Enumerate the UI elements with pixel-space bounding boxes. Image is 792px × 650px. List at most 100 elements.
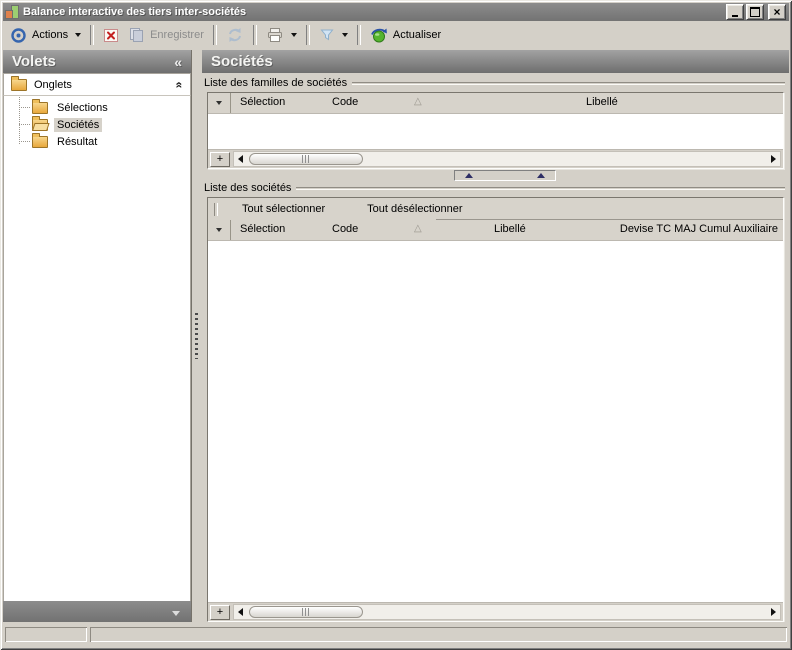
folder-icon: [11, 79, 27, 91]
column-header-selection[interactable]: Sélection: [240, 96, 285, 108]
scroll-left-icon[interactable]: [238, 608, 243, 616]
societes-grid-scrollrow: +: [208, 602, 783, 621]
collapse-group-icon[interactable]: «: [173, 81, 187, 88]
toolbar-separator: [253, 25, 257, 45]
scroll-right-icon[interactable]: [771, 608, 776, 616]
column-header-code[interactable]: Code: [332, 96, 358, 108]
filter-funnel-icon: [319, 27, 335, 43]
sidebar-item-societes[interactable]: Sociétés: [4, 116, 190, 133]
column-header-libelle[interactable]: Libellé: [586, 96, 618, 108]
sidebar-panel: Volets « Onglets « Sélections Sociétés R…: [3, 50, 191, 625]
maximize-button[interactable]: [746, 4, 764, 20]
status-panel-left: [5, 627, 87, 642]
toolbar-separator: [90, 25, 94, 45]
refresh-button[interactable]: [221, 25, 249, 45]
families-grid: Sélection Code △ Libellé +: [207, 92, 784, 169]
column-header-code[interactable]: Code: [332, 223, 358, 235]
sort-ascending-icon[interactable]: △: [414, 96, 422, 107]
sidebar-title: Volets: [12, 53, 56, 70]
onglets-group-header[interactable]: Onglets «: [3, 73, 191, 96]
families-group-label: Liste des familles de sociétés: [204, 76, 787, 90]
thumb-grip-icon: [302, 608, 310, 616]
actualiser-button[interactable]: Actualiser: [365, 25, 446, 46]
horizontal-scrollbar[interactable]: [233, 604, 781, 620]
save-label: Enregistrer: [150, 29, 204, 41]
families-grid-body[interactable]: [208, 114, 783, 149]
app-icon-green-bar: [12, 6, 18, 18]
close-button[interactable]: ×: [768, 4, 786, 20]
main-header: Sociétés: [202, 50, 789, 73]
select-all-button[interactable]: Tout sélectionner: [242, 203, 325, 215]
splitter-grip-icon: [195, 313, 198, 359]
toolbar-grip-icon: [214, 203, 218, 216]
actualiser-globe-icon: [370, 27, 388, 44]
column-chooser-button[interactable]: [208, 220, 231, 240]
filter-button[interactable]: [314, 25, 353, 45]
scrollbar-thumb[interactable]: [249, 153, 363, 165]
refresh-icon: [226, 27, 244, 43]
actions-button[interactable]: Actions: [27, 27, 86, 43]
close-icon: ×: [773, 7, 780, 17]
tree-item-label: Sélections: [54, 101, 111, 115]
add-row-button[interactable]: +: [210, 605, 230, 620]
chevron-down-icon: [291, 33, 297, 37]
column-header-devise[interactable]: Devise TC MAJ Cumul Auxiliaire: [620, 223, 778, 235]
sort-ascending-icon[interactable]: △: [414, 223, 422, 234]
app-icon-orange-bar: [6, 11, 12, 18]
societes-grid-buttonrow: Tout sélectionner Tout désélectionner: [208, 198, 783, 220]
deselect-all-button[interactable]: Tout désélectionner: [367, 203, 462, 215]
app-window: Balance interactive des tiers inter-soci…: [0, 0, 792, 650]
red-x-icon: [103, 28, 119, 43]
collapse-splitter-handle[interactable]: [454, 170, 556, 181]
print-button[interactable]: [261, 25, 302, 45]
chevron-down-icon: [342, 33, 348, 37]
families-group-text: Liste des familles de sociétés: [204, 77, 347, 89]
sidebar-item-resultat[interactable]: Résultat: [4, 133, 190, 150]
horizontal-scrollbar[interactable]: [233, 151, 781, 167]
folder-icon: [32, 102, 48, 114]
column-chooser-button[interactable]: [208, 93, 231, 113]
main-title: Sociétés: [211, 53, 273, 70]
scroll-right-icon[interactable]: [771, 155, 776, 163]
triangle-up-icon: [537, 173, 545, 178]
onglets-tree: Sélections Sociétés Résultat: [3, 96, 191, 601]
toolbar-separator: [306, 25, 310, 45]
minimize-button[interactable]: [726, 4, 744, 20]
thumb-grip-icon: [302, 155, 310, 163]
scroll-left-icon[interactable]: [238, 155, 243, 163]
open-folder-icon: [32, 119, 48, 131]
save-icon: [129, 27, 145, 43]
minimize-icon: [732, 15, 738, 17]
save-button[interactable]: Enregistrer: [124, 25, 209, 45]
column-header-libelle[interactable]: Libellé: [494, 223, 526, 235]
actions-target-icon: [10, 27, 27, 44]
app-icon: [6, 6, 19, 18]
families-grid-scrollrow: +: [208, 149, 783, 168]
add-row-button[interactable]: +: [210, 152, 230, 167]
onglets-label: Onglets: [34, 79, 169, 91]
families-grid-header: Sélection Code △ Libellé: [208, 93, 783, 114]
main-panel: Sociétés Liste des familles de sociétés …: [202, 50, 789, 625]
societes-grid-body[interactable]: [208, 241, 783, 602]
chevron-down-icon: [216, 101, 222, 105]
sidebar-item-selections[interactable]: Sélections: [4, 99, 190, 116]
sidebar-header: Volets «: [3, 50, 191, 73]
column-header-selection[interactable]: Sélection: [240, 223, 285, 235]
folder-icon: [32, 136, 48, 148]
societes-grid: Tout sélectionner Tout désélectionner Sé…: [207, 197, 784, 622]
delete-button[interactable]: [98, 26, 124, 45]
triangle-up-icon: [465, 173, 473, 178]
group-line: [352, 82, 785, 85]
collapse-sidebar-button[interactable]: «: [174, 54, 182, 70]
status-panel-main: [90, 627, 787, 642]
printer-icon: [266, 27, 284, 43]
scrollbar-thumb[interactable]: [249, 606, 363, 618]
chevron-down-icon: [216, 228, 222, 232]
chevron-down-icon: [75, 33, 81, 37]
titlebar: Balance interactive des tiers inter-soci…: [3, 3, 789, 21]
actualiser-label: Actualiser: [393, 29, 441, 41]
maximize-icon: [750, 7, 760, 17]
toolbar-separator: [213, 25, 217, 45]
tree-item-label-selected: Sociétés: [54, 118, 102, 132]
societes-group-label: Liste des sociétés: [204, 181, 787, 195]
